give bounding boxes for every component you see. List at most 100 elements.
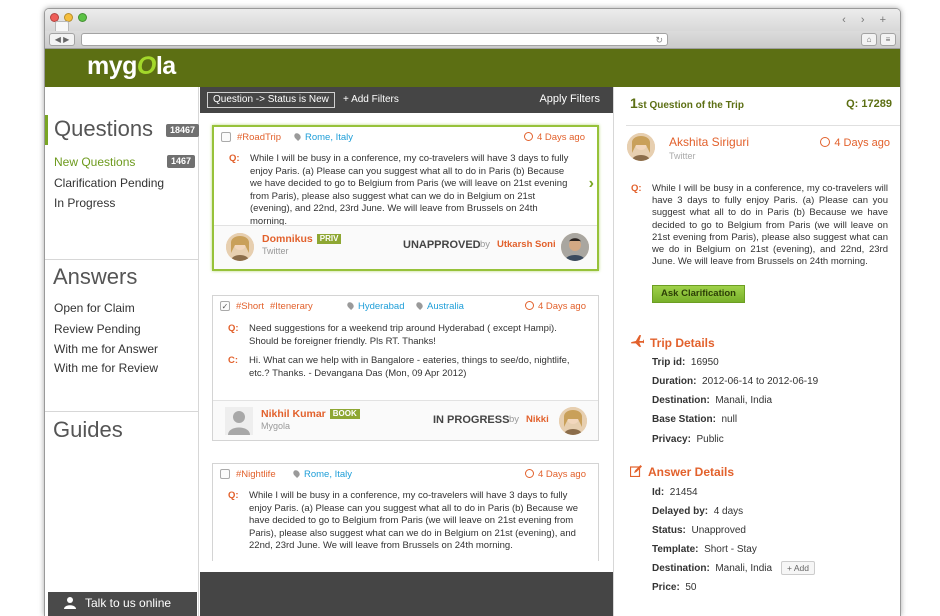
sidebar-item-in-progress[interactable]: In Progress: [54, 196, 115, 210]
book-badge: BOOK: [329, 409, 360, 419]
sidebar-item-open-for-claim[interactable]: Open for Claim: [54, 301, 135, 315]
question-card[interactable]: ✓ #Short #Itenerary Hyderabad Australia …: [212, 295, 599, 441]
avatar: [627, 133, 655, 161]
add-destination-button[interactable]: + Add: [781, 561, 815, 575]
questions-section[interactable]: Questions 18467: [45, 115, 200, 145]
answers-section[interactable]: Answers: [45, 259, 198, 293]
question-text: Q: Need suggestions for a weekend trip ar…: [228, 323, 557, 347]
talk-to-us-button[interactable]: Talk to us online: [48, 592, 197, 616]
clock-icon: [523, 132, 533, 141]
ask-clarification-button[interactable]: Ask Clarification: [652, 285, 745, 303]
select-checkbox[interactable]: [220, 469, 230, 479]
divider: [626, 125, 900, 126]
apply-filters-button[interactable]: Apply Filters: [539, 93, 600, 105]
location-pin-icon: [414, 300, 425, 311]
sidebar-item-clarification-pending[interactable]: Clarification Pending: [54, 176, 164, 190]
guides-title[interactable]: Guides: [45, 412, 198, 448]
duration-row: Duration: 2012-06-14 to 2012-06-19: [652, 376, 819, 387]
author-name[interactable]: Domnikus PRIV: [262, 233, 342, 245]
location-label[interactable]: Rome, Italy: [292, 131, 353, 143]
destination-row: Destination: Manali, India: [652, 395, 773, 406]
left-sidebar: Questions 18467 New Questions 1467 Clari…: [45, 87, 200, 616]
zoom-window-button[interactable]: [78, 13, 87, 22]
question-detail-panel: 1st Question of the Trip Q: 17289 Akshit…: [613, 87, 900, 616]
time-ago: 4 Days ago: [524, 469, 586, 480]
people-icon: [64, 597, 76, 609]
author-source: Twitter: [262, 246, 289, 256]
assignee-name[interactable]: Utkarsh Soni: [497, 239, 556, 250]
by-label: by: [509, 414, 520, 425]
sidebar-item-with-me-for-answer[interactable]: With me for Answer: [54, 342, 158, 356]
sidebar-item-review-pending[interactable]: Review Pending: [54, 322, 141, 336]
location-pin-icon: [345, 300, 356, 311]
question-card[interactable]: #Nightlife Rome, Italy 4 Days ago Q: Whil…: [212, 463, 599, 561]
filter-bar: Question -> Status is New + Add Filters …: [200, 87, 613, 113]
location-label[interactable]: Hyderabad: [345, 300, 404, 312]
assignee-avatar: [559, 407, 587, 435]
questions-count-badge: 18467: [166, 124, 200, 137]
location-pin-icon: [291, 468, 302, 479]
clock-icon: [820, 137, 831, 147]
question-list-panel: Question -> Status is New + Add Filters …: [200, 87, 613, 616]
time-ago: 4 Days ago: [524, 301, 586, 312]
detail-time-ago: 4 Days ago: [820, 137, 890, 149]
open-chevron-icon[interactable]: ›: [589, 175, 594, 193]
tag-label[interactable]: #Nightlife: [236, 469, 276, 480]
comment-text: C: Hi. What can we help with in Bangalore…: [228, 355, 570, 379]
avatar: [226, 233, 254, 261]
time-ago: 4 Days ago: [523, 132, 585, 143]
question-card[interactable]: #RoadTrip Rome, Italy 4 Days ago Q: While…: [212, 125, 599, 271]
select-checkbox[interactable]: [221, 132, 231, 142]
avatar: [225, 407, 253, 435]
mygola-logo[interactable]: mygOla: [87, 52, 176, 81]
tag-label[interactable]: #RoadTrip: [237, 132, 281, 143]
answer-details-heading: Answer Details: [630, 465, 734, 479]
delayed-by-row: Delayed by: 4 days: [652, 506, 744, 517]
browser-toolbar: ◀ ▶ ↻ ⌂ ≡: [45, 31, 900, 49]
by-label: by: [480, 239, 491, 250]
template-row: Template: Short - Stay: [652, 544, 757, 555]
select-checkbox[interactable]: ✓: [220, 301, 230, 311]
question-label: Q:: [631, 183, 642, 194]
tab-controls[interactable]: ‹ › +: [842, 14, 892, 26]
sidebar-item-new-questions[interactable]: New Questions: [54, 155, 135, 169]
status-label: IN PROGRESS: [433, 414, 510, 426]
guides-section[interactable]: Guides: [45, 411, 198, 445]
answer-status-row: Status: Unapproved: [652, 525, 746, 536]
browser-tab[interactable]: [55, 21, 69, 31]
question-id: Q: 17289: [846, 98, 892, 110]
location-label[interactable]: Australia: [414, 300, 464, 312]
sidebar-item-with-me-for-review[interactable]: With me for Review: [54, 361, 158, 375]
assignee-avatar: [561, 233, 589, 261]
author-name[interactable]: Nikhil Kumar BOOK: [261, 408, 360, 420]
add-filters-link[interactable]: + Add Filters: [343, 94, 399, 105]
answers-title[interactable]: Answers: [45, 260, 198, 294]
price-row: Price: 50: [652, 582, 697, 593]
author-source: Mygola: [261, 421, 291, 431]
tag-label[interactable]: #Short: [236, 301, 264, 312]
address-bar[interactable]: ↻: [81, 33, 668, 46]
home-icon[interactable]: ⌂: [861, 33, 877, 46]
app-header: mygOla: [45, 49, 900, 87]
answer-destination-row: Destination: Manali, India: [652, 563, 773, 574]
menu-icon[interactable]: ≡: [880, 33, 896, 46]
back-forward-button[interactable]: ◀ ▶: [49, 33, 75, 46]
detail-author-source: Twitter: [669, 151, 696, 161]
reload-icon[interactable]: ↻: [655, 34, 663, 46]
talk-label: Talk to us online: [85, 596, 172, 610]
answer-id-row: Id: 21454: [652, 487, 698, 498]
detail-author-name[interactable]: Akshita Siriguri: [669, 135, 749, 149]
detail-question-text: While I will be busy in a conference, my…: [652, 183, 888, 268]
card-footer: Domnikus PRIV Twitter UNAPPROVED by Utkar…: [214, 225, 597, 269]
tag-label[interactable]: #Itenerary: [270, 301, 313, 312]
question-text: Q: While I will be busy in a conference, …: [228, 490, 578, 551]
clock-icon: [524, 469, 534, 478]
edit-icon: [630, 465, 642, 477]
assignee-name[interactable]: Nikki: [526, 414, 549, 425]
location-label[interactable]: Rome, Italy: [291, 468, 352, 480]
trip-details-heading: Trip Details: [630, 334, 715, 350]
location-pin-icon: [292, 131, 303, 142]
new-questions-count-badge: 1467: [167, 155, 196, 168]
active-filter-chip[interactable]: Question -> Status is New: [207, 92, 335, 108]
question-order: 1st Question of the Trip: [630, 95, 744, 111]
